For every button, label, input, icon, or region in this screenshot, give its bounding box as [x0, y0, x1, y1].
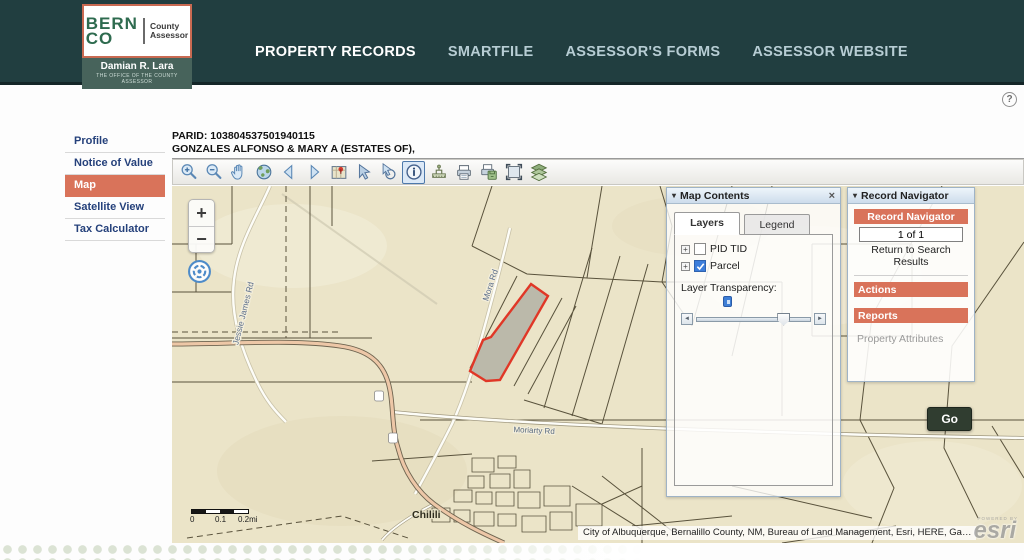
sidebar-item-satellite-view[interactable]: Satellite View: [65, 197, 165, 219]
map-canvas[interactable]: Jessie James Rd Mora Rd Moriarty Rd Chil…: [172, 186, 1024, 543]
go-button[interactable]: Go: [927, 407, 972, 431]
property-attributes-link[interactable]: Property Attributes: [854, 333, 968, 345]
sidebar-item-notice-of-value[interactable]: Notice of Value: [65, 153, 165, 175]
assessor-tagline: THE OFFICE OF THE COUNTY ASSESSOR: [84, 73, 190, 85]
zoom-out-icon[interactable]: [202, 161, 225, 184]
road-label-moriarty: Moriarty Rd: [513, 425, 555, 436]
logo-line2: CO: [86, 31, 138, 46]
map-zoom-control: + −: [188, 199, 215, 253]
layer-row-pid-tid: + PID TID: [681, 243, 826, 255]
transparency-slider: ◄ ►: [681, 313, 826, 325]
slider-track[interactable]: [696, 317, 811, 322]
scale-0: 0: [190, 515, 194, 524]
logo-divider: [143, 18, 145, 44]
assessor-name: Damian R. Lara: [84, 61, 190, 72]
sidebar-item-map[interactable]: Map: [65, 175, 165, 197]
actions-section-header[interactable]: Actions: [854, 282, 968, 297]
map-contents-panel: ▾ Map Contents × Layers Legend + PID TID: [666, 187, 841, 497]
map-contents-header[interactable]: ▾ Map Contents ×: [667, 188, 840, 204]
close-icon[interactable]: ×: [829, 190, 835, 202]
layer-row-parcel: + Parcel: [681, 260, 826, 272]
esri-wordmark: esri: [973, 521, 1018, 541]
full-extent-globe-icon[interactable]: [252, 161, 275, 184]
scale-bar: 0 0.1 0.2mi: [191, 509, 261, 525]
record-navigator-header[interactable]: ▾ Record Navigator: [848, 188, 974, 204]
owner-text: GONZALES ALFONSO & MARY A (ESTATES OF),: [172, 143, 1024, 159]
tab-layers[interactable]: Layers: [674, 212, 740, 235]
sidebar-item-profile[interactable]: Profile: [65, 131, 165, 153]
transparency-label: Layer Transparency:: [681, 282, 826, 294]
export-map-icon[interactable]: [477, 161, 500, 184]
nav-assessor-website[interactable]: ASSESSOR WEBSITE: [752, 44, 907, 60]
slider-left-icon[interactable]: ◄: [681, 313, 693, 325]
layer-label: PID TID: [710, 243, 747, 255]
layer-label: Parcel: [710, 260, 740, 272]
slider-right-icon[interactable]: ►: [814, 313, 826, 325]
bernco-logo[interactable]: BERN CO County Assessor Damian R. Lara T…: [82, 4, 192, 89]
scale-01: 0.1: [215, 515, 226, 524]
map-zoom-out-button[interactable]: −: [189, 226, 214, 252]
nav-smartfile[interactable]: SMARTFILE: [448, 44, 534, 60]
layers-icon[interactable]: [527, 161, 550, 184]
pan-hand-icon[interactable]: [227, 161, 250, 184]
map-zoom-in-button[interactable]: +: [189, 200, 214, 226]
previous-extent-icon[interactable]: [277, 161, 300, 184]
map-contents-tabs: Layers Legend: [674, 212, 833, 235]
info-icon[interactable]: [402, 161, 425, 184]
geolocate-icon[interactable]: [187, 259, 212, 284]
record-position-input[interactable]: [859, 227, 963, 242]
sidebar: Profile Notice of Value Map Satellite Vi…: [65, 131, 165, 241]
identify-arrow-icon[interactable]: [377, 161, 400, 184]
footer-dots-decoration: [0, 543, 700, 560]
measure-icon[interactable]: [427, 161, 450, 184]
slider-handle[interactable]: [777, 313, 790, 326]
record-navigator-bar: Record Navigator: [854, 209, 968, 224]
scale-02mi: 0.2mi: [238, 515, 258, 524]
assessor-name-block: Damian R. Lara THE OFFICE OF THE COUNTY …: [82, 58, 192, 89]
logo-sub2: Assessor: [150, 31, 188, 40]
fullscreen-icon[interactable]: [502, 161, 525, 184]
select-arrow-icon[interactable]: [352, 161, 375, 184]
bernco-logo-mark: BERN CO County Assessor: [82, 4, 192, 58]
locate-map-pin-icon[interactable]: [327, 161, 350, 184]
print-icon[interactable]: [452, 161, 475, 184]
record-navigator-panel: ▾ Record Navigator Record Navigator Retu…: [847, 187, 975, 382]
zoom-in-icon[interactable]: [177, 161, 200, 184]
reports-section-header[interactable]: Reports: [854, 308, 968, 323]
esri-logo: POWERED BY esri: [973, 516, 1018, 541]
transparency-value-marker: [723, 296, 732, 307]
parid-text: PARID: 103804537501940115: [172, 130, 1024, 143]
expand-icon[interactable]: +: [681, 245, 690, 254]
next-extent-icon[interactable]: [302, 161, 325, 184]
town-label-chilili: Chilili: [412, 509, 441, 521]
collapse-icon: ▾: [853, 191, 857, 200]
expand-icon[interactable]: +: [681, 262, 690, 271]
record-navigator-title: Record Navigator: [861, 190, 949, 202]
collapse-icon: ▾: [672, 191, 676, 200]
help-icon[interactable]: ?: [1002, 92, 1017, 107]
pid-tid-checkbox[interactable]: [694, 243, 706, 255]
main-nav: PROPERTY RECORDS SMARTFILE ASSESSOR'S FO…: [255, 44, 908, 60]
page: PROPERTY RECORDS SMARTFILE ASSESSOR'S FO…: [0, 0, 1024, 560]
map-attribution: City of Albuquerque, Bernalillo County, …: [578, 526, 976, 540]
map-contents-title: Map Contents: [680, 190, 749, 202]
nav-assessors-forms[interactable]: ASSESSOR'S FORMS: [566, 44, 721, 60]
record-header: PARID: 103804537501940115 GONZALES ALFON…: [172, 130, 1024, 159]
sidebar-item-tax-calculator[interactable]: Tax Calculator: [65, 219, 165, 241]
divider: [854, 275, 968, 276]
return-to-search-link[interactable]: Return to Search Results: [854, 244, 968, 268]
nav-property-records[interactable]: PROPERTY RECORDS: [255, 44, 416, 60]
layers-box: + PID TID + Parcel Layer Transparency: ◄: [674, 234, 833, 486]
map-toolbar: [172, 159, 1024, 185]
tab-legend[interactable]: Legend: [744, 214, 810, 235]
parcel-checkbox[interactable]: [694, 260, 706, 272]
